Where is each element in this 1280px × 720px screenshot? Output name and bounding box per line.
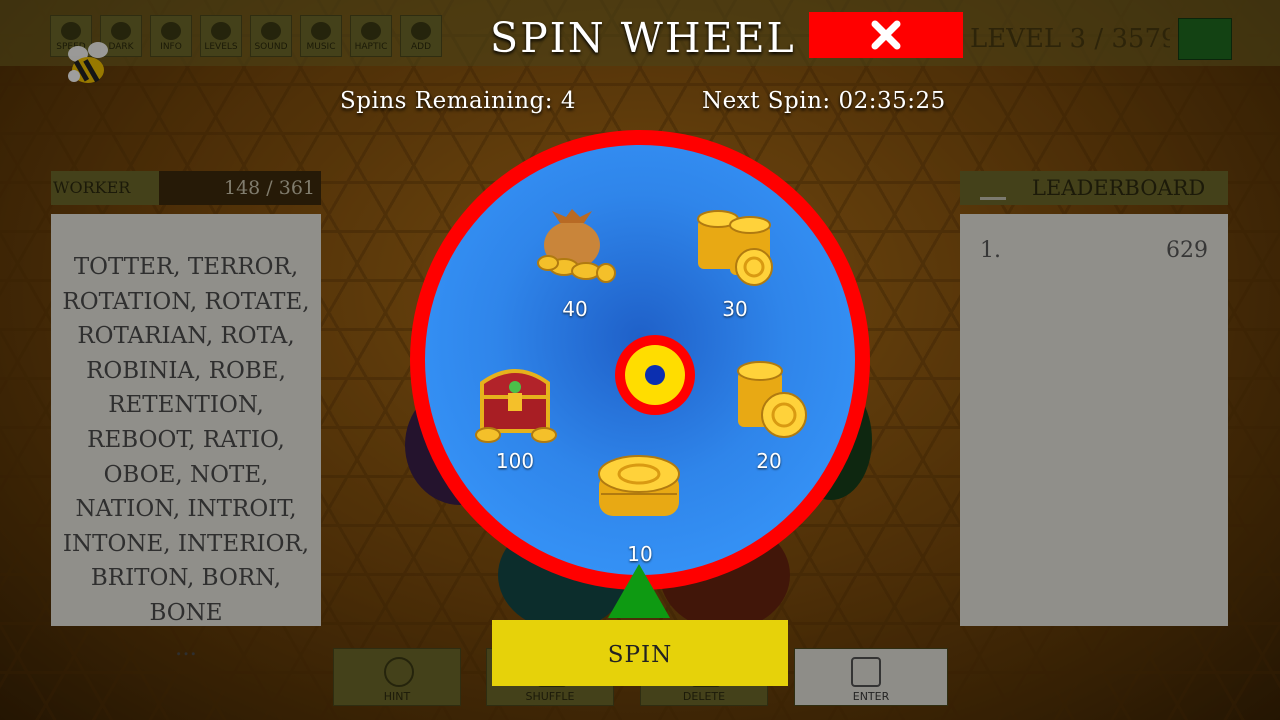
prize-value: 30	[722, 297, 748, 321]
spin-wheel[interactable]: 40 30 100 20 10	[410, 130, 870, 590]
wheel-hub-ring	[625, 345, 685, 405]
prize-30: 30	[680, 205, 790, 325]
coin-stack-icon	[737, 361, 807, 438]
next-spin-timer: Next Spin: 02:35:25	[702, 88, 946, 114]
spin-wheel-title: SPIN WHEEL	[490, 14, 796, 62]
coin-pile-icon	[598, 455, 680, 516]
prize-10: 10	[585, 450, 695, 570]
wheel-hub	[615, 335, 695, 415]
prize-100: 100	[460, 357, 570, 477]
treasure-chest-icon	[475, 369, 557, 443]
spin-button[interactable]: SPIN	[492, 620, 788, 686]
spins-remaining: Spins Remaining: 4	[340, 88, 576, 114]
prize-20: 20	[714, 357, 824, 477]
wheel-pointer-icon	[608, 564, 670, 618]
wheel-face: 40 30 100 20 10	[425, 145, 855, 575]
coin-bag-icon	[537, 209, 616, 283]
prize-value: 10	[627, 542, 653, 566]
prize-value: 100	[495, 449, 535, 473]
close-button[interactable]	[809, 12, 963, 58]
prize-value: 20	[756, 449, 782, 473]
close-icon	[871, 20, 901, 50]
coin-stacks-icon	[697, 210, 773, 286]
wheel-hub-center	[645, 365, 665, 385]
prize-value: 40	[562, 297, 588, 321]
prize-40: 40	[520, 205, 630, 325]
